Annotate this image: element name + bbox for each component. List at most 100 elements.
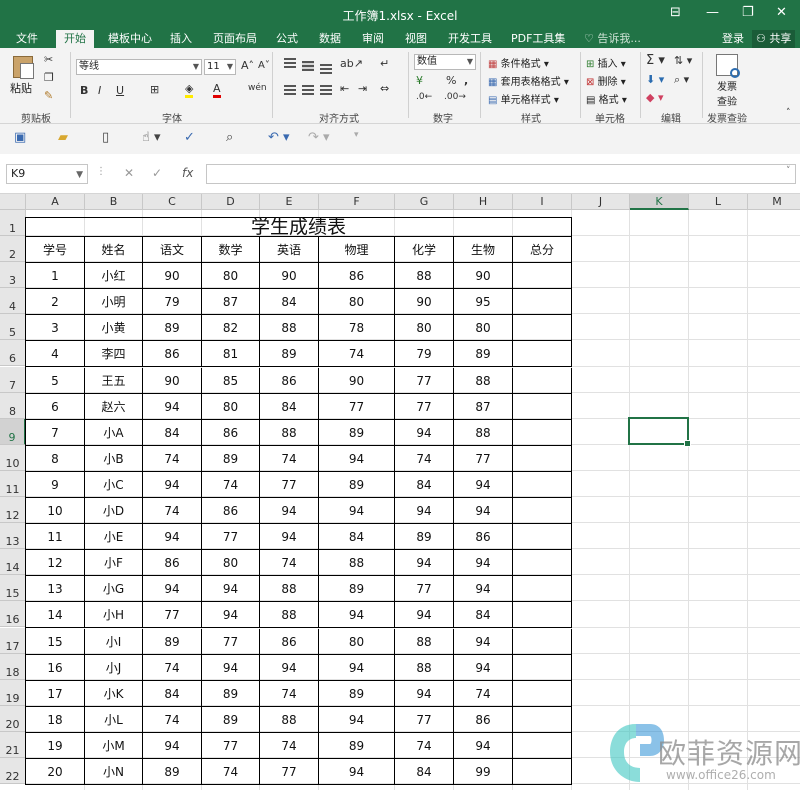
data-cell[interactable]: 88 [260,576,319,603]
data-cell[interactable]: 88 [260,602,319,629]
data-cell[interactable]: 77 [395,393,454,420]
borders-icon[interactable]: ⊞ [150,83,159,96]
collapse-ribbon-icon[interactable]: ˄ [786,108,791,118]
header-cell[interactable]: 总分 [513,237,572,264]
data-cell[interactable]: 94 [395,550,454,577]
worksheet-grid[interactable]: ABCDEFGHIJKLM 1 2 3 4 5 6 7 8 9 10 11 12 13 14 15 16 17 1… [0,194,800,790]
data-cell[interactable]: 80 [319,289,395,316]
data-cell[interactable]: 87 [202,289,260,316]
row-header-5[interactable]: 5 [0,314,26,341]
copy-icon[interactable]: ❐ [44,71,54,84]
data-cell[interactable]: 94 [143,576,202,603]
data-cell[interactable]: 82 [202,315,260,342]
align-left-icon[interactable] [284,85,296,95]
data-cell[interactable] [513,367,572,394]
data-cell[interactable]: 89 [395,524,454,551]
data-cell[interactable]: 90 [395,289,454,316]
data-cell[interactable]: 94 [395,419,454,446]
data-cell[interactable]: 74 [395,732,454,759]
data-cell[interactable]: 89 [202,706,260,733]
data-cell[interactable]: 77 [202,524,260,551]
data-cell[interactable]: 94 [319,759,395,786]
save-icon[interactable]: ▣ [14,130,26,145]
tab-data[interactable]: 数据 [319,30,341,48]
row-header-16[interactable]: 16 [0,601,26,628]
column-header-f[interactable]: F [319,194,395,210]
column-header-c[interactable]: C [143,194,202,210]
data-cell[interactable]: 90 [143,263,202,290]
column-header-h[interactable]: H [454,194,513,210]
data-cell[interactable]: 84 [395,759,454,786]
row-header-19[interactable]: 19 [0,679,26,706]
data-cell[interactable] [513,628,572,655]
decrease-decimal-icon[interactable]: .00→ [444,92,466,102]
increase-decimal-icon[interactable]: .0← [416,92,432,102]
open-folder-icon[interactable]: ▰ [58,130,68,145]
data-cell[interactable]: 99 [454,759,513,786]
data-cell[interactable] [513,576,572,603]
row-header-11[interactable]: 11 [0,470,26,497]
data-cell[interactable]: 90 [319,367,395,394]
data-cell[interactable]: 88 [319,550,395,577]
data-cell[interactable]: 小黄 [85,315,143,342]
undo-icon[interactable]: ↶ ▾ [268,130,290,145]
data-cell[interactable]: 小A [85,419,143,446]
new-document-icon[interactable]: ▯ [102,130,109,145]
row-header-15[interactable]: 15 [0,575,26,602]
data-cell[interactable]: 小G [85,576,143,603]
row-header-9[interactable]: 9 [0,418,26,445]
font-name-combo[interactable]: 等线 ▼ [76,59,202,75]
align-right-icon[interactable] [320,85,332,95]
data-cell[interactable]: 9 [26,471,85,498]
data-cell[interactable]: 小M [85,732,143,759]
data-cell[interactable]: 86 [143,341,202,368]
data-cell[interactable]: 74 [260,550,319,577]
data-cell[interactable]: 77 [202,732,260,759]
data-cell[interactable]: 74 [454,680,513,707]
data-cell[interactable]: 小明 [85,289,143,316]
data-cell[interactable]: 89 [319,576,395,603]
data-cell[interactable]: 79 [143,289,202,316]
data-cell[interactable]: 81 [202,341,260,368]
data-cell[interactable] [513,706,572,733]
data-cell[interactable]: 94 [395,602,454,629]
data-cell[interactable]: 李四 [85,341,143,368]
column-header-i[interactable]: I [513,194,572,210]
data-cell[interactable]: 89 [319,680,395,707]
data-cell[interactable]: 94 [395,498,454,525]
data-cell[interactable]: 90 [260,263,319,290]
data-cell[interactable]: 94 [454,576,513,603]
data-cell[interactable]: 74 [143,498,202,525]
tab-view[interactable]: 视图 [405,30,427,48]
data-cell[interactable]: 94 [143,471,202,498]
data-cell[interactable]: 79 [395,341,454,368]
tab-insert[interactable]: 插入 [170,30,192,48]
number-format-combo[interactable]: 数值 ▼ [414,54,476,70]
data-cell[interactable]: 94 [202,654,260,681]
comma-style-icon[interactable]: , [464,74,468,87]
cancel-icon[interactable]: ✕ [124,166,134,180]
data-cell[interactable]: 88 [395,654,454,681]
data-cell[interactable]: 86 [319,263,395,290]
data-cell[interactable]: 77 [454,445,513,472]
data-cell[interactable]: 74 [319,341,395,368]
data-cell[interactable]: 90 [143,367,202,394]
data-cell[interactable]: 86 [260,367,319,394]
row-header-17[interactable]: 17 [0,627,26,654]
data-cell[interactable]: 20 [26,759,85,786]
data-cell[interactable]: 77 [143,602,202,629]
data-cell[interactable]: 17 [26,680,85,707]
data-cell[interactable]: 88 [260,706,319,733]
data-cell[interactable]: 80 [319,628,395,655]
header-cell[interactable]: 姓名 [85,237,143,264]
data-cell[interactable]: 90 [454,263,513,290]
align-top-icon[interactable] [284,58,296,68]
data-cell[interactable]: 小B [85,445,143,472]
header-cell[interactable]: 语文 [143,237,202,264]
data-cell[interactable]: 小C [85,471,143,498]
format-cells-button[interactable]: ▤ 格式 ▾ [586,91,627,106]
header-cell[interactable]: 物理 [319,237,395,264]
customize-toolbar-icon[interactable]: ▾ [354,130,359,140]
data-cell[interactable] [513,654,572,681]
tab-pdf-tools[interactable]: PDF工具集 [511,30,565,48]
